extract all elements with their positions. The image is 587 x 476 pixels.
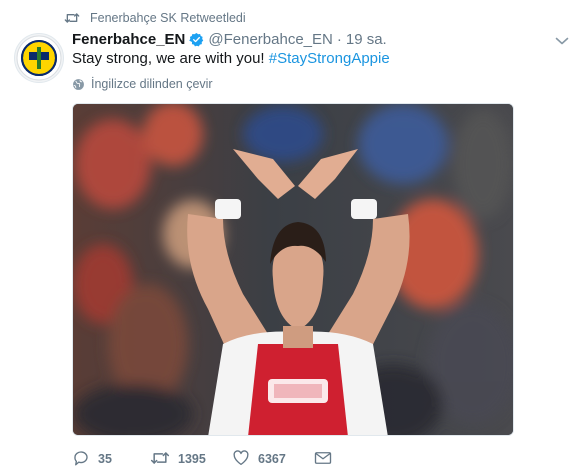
- tweet-text-plain: Stay strong, we are with you!: [72, 50, 269, 67]
- heart-icon: [232, 449, 250, 470]
- retweet-icon: [54, 11, 80, 25]
- reply-count: 35: [98, 452, 112, 466]
- like-count: 6367: [258, 452, 286, 466]
- chevron-down-icon[interactable]: [555, 33, 569, 51]
- retweet-context-label[interactable]: Fenerbahçe SK Retweetledi: [90, 11, 246, 25]
- tweet-actions: 35 1395 6367: [72, 448, 332, 470]
- translate-label[interactable]: İngilizce dilinden çevir: [91, 77, 213, 91]
- retweet-icon: [150, 449, 170, 470]
- timestamp[interactable]: 19 sa.: [346, 31, 387, 48]
- like-button[interactable]: 6367: [232, 448, 314, 470]
- reply-icon: [72, 449, 90, 470]
- reply-button[interactable]: 35: [72, 448, 150, 470]
- avatar[interactable]: [14, 33, 64, 83]
- tweet-header: Fenerbahce_EN @Fenerbahce_EN · 19 sa.: [72, 29, 387, 49]
- tweet-text: Stay strong, we are with you! #StayStron…: [72, 49, 390, 69]
- retweet-button[interactable]: 1395: [150, 448, 232, 470]
- envelope-icon: [314, 450, 332, 469]
- translate-link[interactable]: İngilizce dilinden çevir: [72, 76, 213, 92]
- retweet-count: 1395: [178, 452, 206, 466]
- globe-icon: [72, 78, 85, 91]
- direct-message-button[interactable]: [314, 448, 332, 470]
- display-name[interactable]: Fenerbahce_EN: [72, 31, 185, 48]
- user-handle[interactable]: @Fenerbahce_EN: [208, 31, 332, 48]
- tweet-photo[interactable]: [72, 103, 514, 436]
- hashtag-link[interactable]: #StayStrongAppie: [269, 50, 390, 67]
- separator-dot: ·: [336, 30, 342, 48]
- retweet-context[interactable]: Fenerbahçe SK Retweetledi: [14, 9, 246, 27]
- verified-badge-icon: [189, 32, 204, 47]
